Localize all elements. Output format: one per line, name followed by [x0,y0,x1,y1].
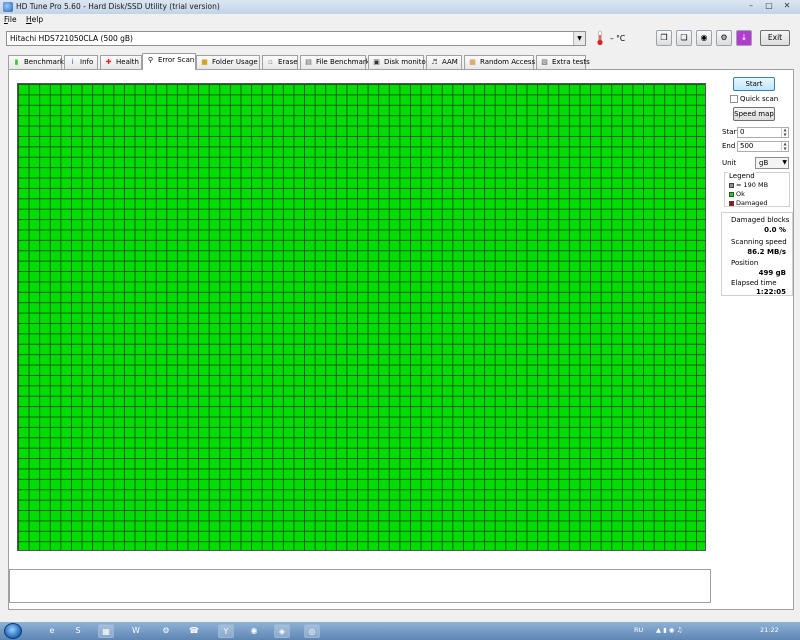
tab-erase[interactable]: ▫ Erase [262,55,298,69]
temperature-readout: – °C [610,34,626,43]
scan-stats: Damaged blocks 0.0 % Scanning speed 86.2… [721,212,793,296]
unit-select[interactable]: gB ▼ [755,157,789,169]
viber-icon[interactable]: ☎ [186,624,202,638]
camera-icon[interactable]: ◉ [696,30,712,46]
tab-benchmark[interactable]: ▮ Benchmark [8,55,64,69]
damaged-blocks-label: Damaged blocks [731,216,790,224]
menu-bar: File Help [0,14,800,26]
tab-error-scan[interactable]: ⚲ Error Scan [142,53,196,70]
media-icon[interactable]: ◉ [246,624,262,638]
speed-map-button[interactable]: Speed map [733,107,775,121]
extra-tests-icon: ▧ [541,58,548,66]
end-spinner[interactable]: ▲ ▼ [781,141,788,151]
tab-random-access[interactable]: ▦ Random Access [464,55,535,69]
menu-help[interactable]: Help [26,15,43,24]
start-field[interactable]: 0 ▲ ▼ [737,127,789,138]
title-bar: HD Tune Pro 5.60 - Hard Disk/SSD Utility… [0,0,800,14]
cd-icon[interactable]: ◎ [304,624,320,638]
download-icon[interactable]: ↓ [736,30,752,46]
drive-select[interactable]: Hitachi HDS721050CLA (500 gB) ▼ [6,31,586,46]
elapsed-time-label: Elapsed time [731,279,777,287]
start-spinner[interactable]: ▲ ▼ [781,127,788,137]
file-benchmark-icon: ▤ [305,58,312,66]
magnifier-icon: ⚲ [147,56,154,64]
taskbar: e S ▦ W ⚙ ☎ Y ◉ ◈ ◎ RU ▲ ▮ ◉ ♫ 21:22 [0,622,800,640]
hdtune-app-icon [3,2,13,12]
options-icon[interactable]: ⚙ [716,30,732,46]
drive-select-value: Hitachi HDS721050CLA (500 gB) [10,34,133,43]
language-indicator[interactable]: RU [634,626,643,634]
legend-block-size: = 190 MB [729,181,768,189]
ie-icon[interactable]: e [44,624,60,638]
disk-monitor-icon: ▣ [373,58,380,66]
block-swatch [729,182,734,188]
menu-file[interactable]: File [4,15,17,24]
legend: Legend = 190 MB Ok Damaged [724,172,790,207]
clock[interactable]: 21:22 [760,626,779,634]
chevron-down-icon: ▼ [782,159,787,166]
legend-ok: Ok [729,190,745,198]
ok-swatch [729,191,734,197]
info-icon: i [71,58,74,66]
benchmark-icon: ▮ [14,58,19,66]
exit-button[interactable]: Exit [760,30,790,46]
scan-block-map [17,83,706,551]
windows-start-icon[interactable] [4,623,22,639]
scan-log-area [9,569,711,603]
scanning-speed-value: 86.2 MB/s [747,248,786,256]
unit-label: Unit [722,159,737,167]
quick-scan-label: Quick scan [740,95,779,103]
maximize-icon[interactable]: □ [760,0,778,11]
minimize-icon[interactable]: – [742,0,760,11]
tab-extra-tests[interactable]: ▧ Extra tests [536,55,590,69]
tab-aam[interactable]: ♬ AAM [426,55,462,69]
skype-icon[interactable]: S [70,624,86,638]
end-label: End [722,142,736,150]
quick-scan-checkbox[interactable] [730,95,738,103]
window-title: HD Tune Pro 5.60 - Hard Disk/SSD Utility… [16,2,220,11]
chevron-down-icon[interactable]: ▼ [573,32,585,45]
erase-icon: ▫ [268,58,273,66]
damaged-swatch [729,200,734,206]
tab-disk-monitor[interactable]: ▣ Disk monitor [368,55,429,69]
save-icon[interactable]: ▦ [98,624,114,638]
speaker-icon: ♬ [431,58,438,66]
start-scan-button[interactable]: Start [733,77,775,91]
position-value: 499 gB [758,269,786,277]
toolbar: Hitachi HDS721050CLA (500 gB) ▼ – °C ❐ ❏… [0,26,800,53]
tray-icons[interactable]: ▲ ▮ ◉ ♫ [656,626,682,634]
tab-health[interactable]: ✚ Health [100,55,142,69]
health-icon: ✚ [105,58,112,66]
app-window: HD Tune Pro 5.60 - Hard Disk/SSD Utility… [0,0,800,622]
hdtune-icon[interactable]: ◈ [274,624,290,638]
damaged-blocks-value: 0.0 % [764,226,786,234]
legend-damaged: Damaged [729,199,768,207]
tab-file-benchmark[interactable]: ▤ File Benchmark [300,55,370,69]
folder-icon: ■ [201,58,208,66]
copy-icon[interactable]: ❐ [656,30,672,46]
yandex-icon[interactable]: Y [218,624,234,638]
gear-icon[interactable]: ⚙ [158,624,174,638]
thermometer-icon [597,30,603,46]
word-icon[interactable]: W [128,624,144,638]
elapsed-time-value: 1:22:05 [756,288,786,296]
position-label: Position [731,259,759,267]
legend-title: Legend [728,172,756,180]
random-access-icon: ▦ [469,58,476,66]
tab-folder-usage[interactable]: ■ Folder Usage [196,55,260,69]
close-icon[interactable]: ✕ [778,0,796,11]
tab-info[interactable]: i Info [64,55,98,69]
tab-strip: ▮ Benchmark i Info ✚ Health ⚲ Error Scan ■ Fo… [8,53,798,70]
paste-icon[interactable]: ❏ [676,30,692,46]
scanning-speed-label: Scanning speed [731,238,787,246]
end-field[interactable]: 500 ▲ ▼ [737,141,789,152]
